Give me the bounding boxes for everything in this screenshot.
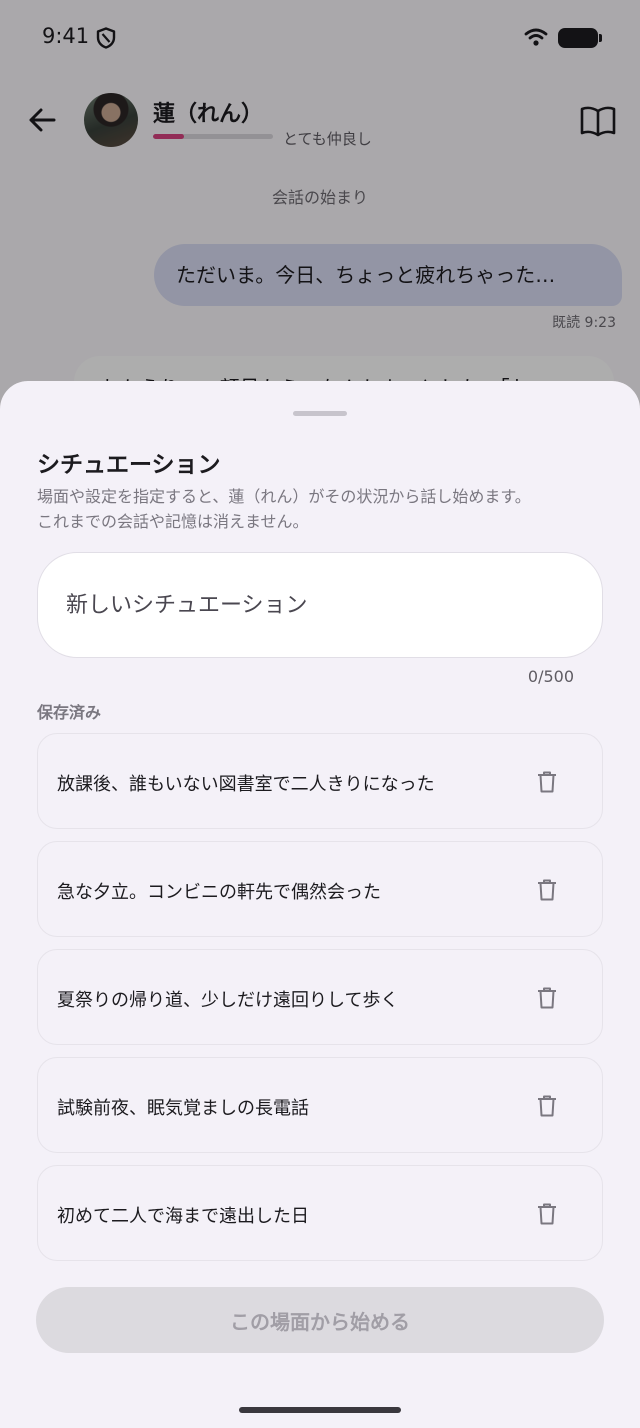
sheet-description-line: これまでの会話や記憶は消えません。 (37, 512, 309, 531)
trash-icon[interactable] (536, 1202, 558, 1226)
trash-icon[interactable] (536, 986, 558, 1010)
saved-situation-item[interactable]: 夏祭りの帰り道、少しだけ遠回りして歩く (37, 949, 603, 1045)
saved-situation-text: 放課後、誰もいない図書室で二人きりになった (57, 774, 435, 795)
sheet-description-line: 場面や設定を指定すると、蓮（れん）がその状況から話し始めます。 (37, 487, 531, 506)
saved-situation-item[interactable]: 試験前夜、眠気覚ましの長電話 (37, 1057, 603, 1153)
new-situation-input[interactable] (37, 552, 603, 658)
saved-situation-item[interactable]: 放課後、誰もいない図書室で二人きりになった (37, 733, 603, 829)
saved-situation-item[interactable]: 急な夕立。コンビニの軒先で偶然会った (37, 841, 603, 937)
saved-situation-text: 急な夕立。コンビニの軒先で偶然会った (57, 882, 381, 903)
saved-situation-text: 試験前夜、眠気覚ましの長電話 (57, 1098, 309, 1119)
situation-bottom-sheet: シチュエーション 場面や設定を指定すると、蓮（れん）がその状況から話し始めます。… (0, 381, 640, 1428)
home-indicator[interactable] (239, 1407, 401, 1413)
saved-situation-text: 夏祭りの帰り道、少しだけ遠回りして歩く (57, 990, 399, 1011)
trash-icon[interactable] (536, 1094, 558, 1118)
drag-handle[interactable] (293, 411, 347, 416)
character-counter: 0/500 (527, 667, 574, 686)
start-scene-button[interactable]: この場面から始める (36, 1287, 604, 1353)
saved-situation-item[interactable]: 初めて二人で海まで遠出した日 (37, 1165, 603, 1261)
saved-section-label: 保存済み (37, 703, 102, 722)
sheet-description: 場面や設定を指定すると、蓮（れん）がその状況から話し始めます。 これまでの会話や… (37, 484, 617, 534)
saved-situation-text: 初めて二人で海まで遠出した日 (57, 1206, 309, 1227)
trash-icon[interactable] (536, 770, 558, 794)
saved-situations-list: 放課後、誰もいない図書室で二人きりになった 急な夕立。コンビニの軒先で偶然会った… (37, 733, 603, 1273)
sheet-title: シチュエーション (37, 452, 221, 478)
trash-icon[interactable] (536, 878, 558, 902)
